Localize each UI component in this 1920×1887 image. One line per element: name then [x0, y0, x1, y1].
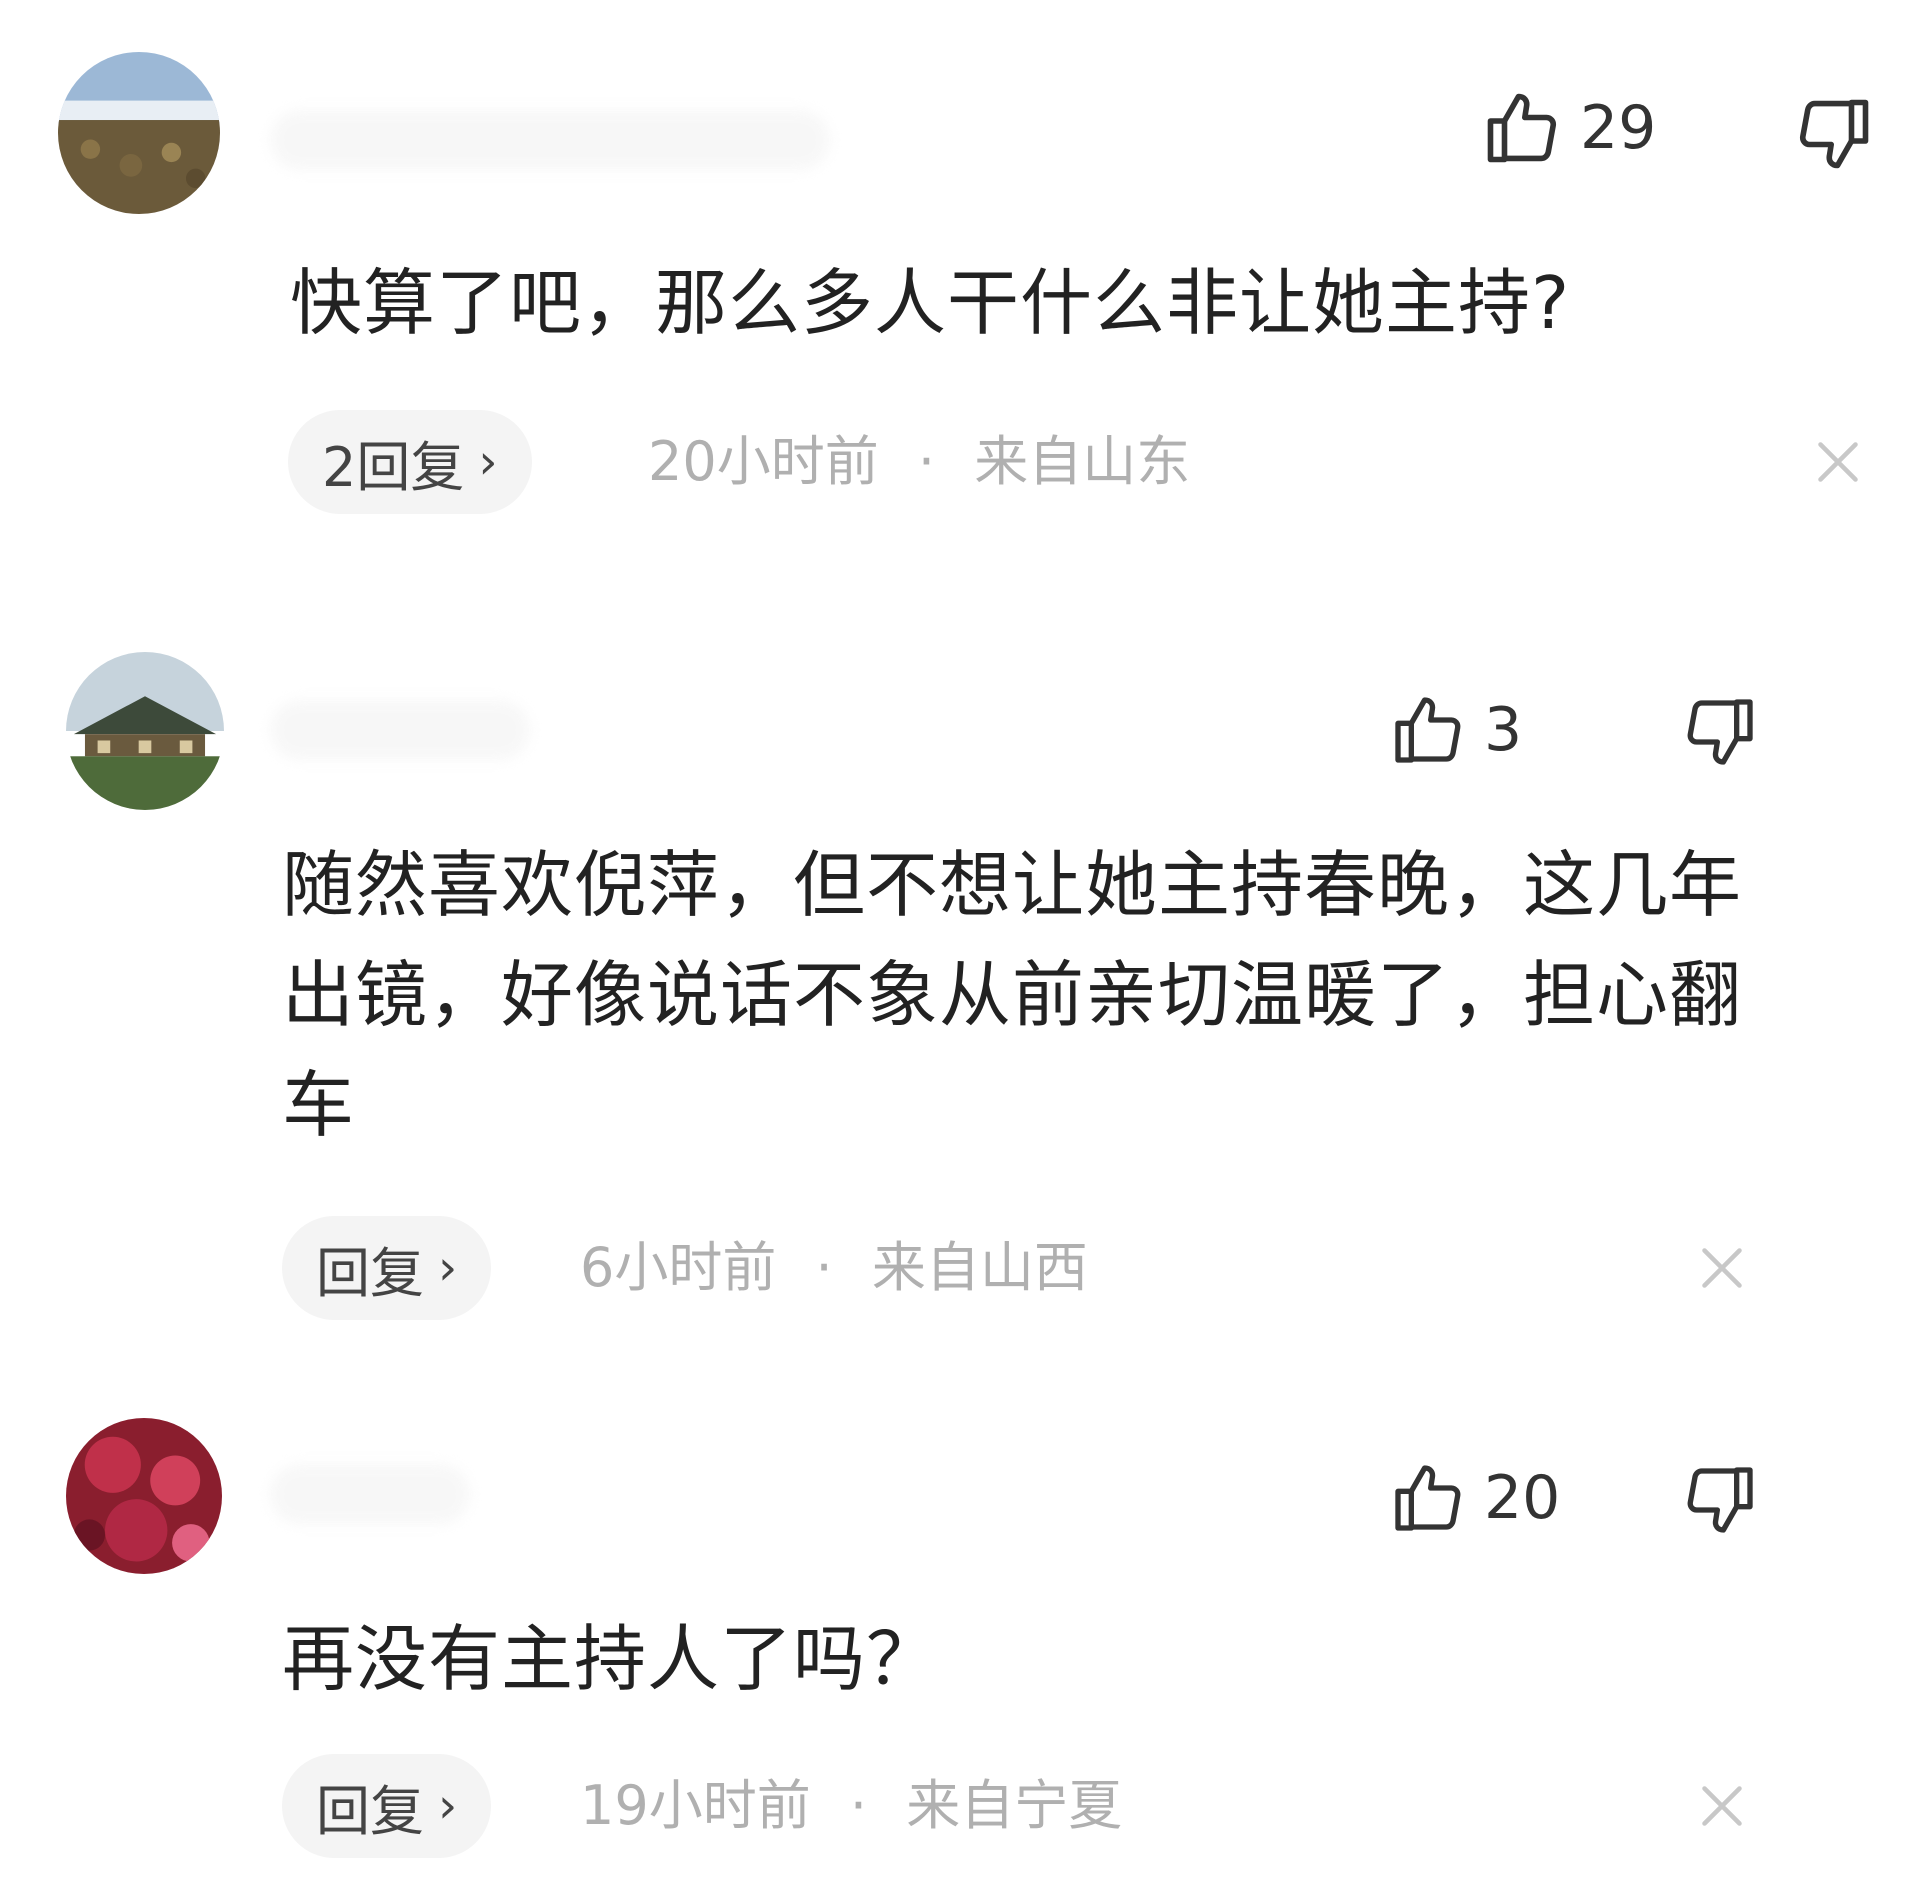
thumb-up-icon: [1388, 690, 1468, 770]
dislike-button[interactable]: [1792, 92, 1876, 176]
close-icon: [1692, 1776, 1752, 1836]
username-blurred: [270, 110, 830, 170]
dislike-button[interactable]: [1680, 692, 1760, 772]
comment-text: 快算了吧，那么多人干什么非让她主持?: [290, 261, 1571, 345]
chevron-right-icon: ›: [438, 1240, 458, 1296]
comment-meta: 20小时前 · 来自山东: [648, 410, 1190, 514]
reply-label: 回复: [316, 1241, 424, 1305]
like-button[interactable]: 29: [1480, 86, 1656, 170]
reply-label: 回复: [316, 1779, 424, 1843]
comment-time: 6小时前: [580, 1236, 777, 1299]
avatar[interactable]: [66, 652, 224, 810]
dislike-button[interactable]: [1680, 1460, 1760, 1540]
chevron-right-icon: ›: [478, 434, 498, 490]
close-icon: [1692, 1238, 1752, 1298]
thumb-down-icon: [1792, 92, 1876, 176]
thumb-up-icon: [1388, 1458, 1468, 1538]
username-blurred: [270, 700, 530, 760]
like-button[interactable]: 3: [1388, 690, 1522, 770]
like-count: 20: [1484, 1463, 1561, 1533]
thumb-down-icon: [1680, 1460, 1760, 1540]
like-count: 3: [1484, 695, 1523, 765]
avatar-image-flowers: [66, 1418, 222, 1574]
close-icon: [1808, 432, 1868, 492]
thumb-down-icon: [1680, 692, 1760, 772]
avatar-image-landscape: [58, 52, 220, 214]
comment-meta: 6小时前 · 来自山西: [580, 1216, 1088, 1320]
close-button[interactable]: [1692, 1776, 1752, 1836]
like-count: 29: [1580, 93, 1657, 163]
close-button[interactable]: [1692, 1238, 1752, 1298]
comment-location: 来自山东: [974, 430, 1191, 493]
chevron-right-icon: ›: [438, 1778, 458, 1834]
thumb-up-icon: [1480, 86, 1564, 170]
close-button[interactable]: [1808, 432, 1868, 492]
comment-text: 再没有主持人了吗？: [282, 1617, 940, 1701]
meta-separator: ·: [917, 430, 936, 493]
comment-time: 19小时前: [580, 1774, 811, 1837]
avatar[interactable]: [66, 1418, 222, 1574]
avatar[interactable]: [58, 52, 220, 214]
comment-text: 随然喜欢倪萍，但不想让她主持春晚，这几年出镜，好像说话不象从前亲切温暖了，担心翻…: [282, 843, 1743, 1147]
meta-separator: ·: [849, 1774, 868, 1837]
reply-button[interactable]: 2回复 ›: [288, 410, 532, 514]
avatar-image-building: [66, 652, 224, 810]
comment-location: 来自山西: [871, 1236, 1088, 1299]
comment-time: 20小时前: [648, 430, 879, 493]
comment-location: 来自宁夏: [906, 1774, 1123, 1837]
comment-meta: 19小时前 · 来自宁夏: [580, 1754, 1122, 1858]
reply-button[interactable]: 回复 ›: [282, 1754, 492, 1858]
username-blurred: [270, 1464, 470, 1524]
reply-label: 2回复: [322, 435, 465, 499]
reply-button[interactable]: 回复 ›: [282, 1216, 492, 1320]
meta-separator: ·: [815, 1236, 833, 1299]
like-button[interactable]: 20: [1388, 1458, 1560, 1538]
